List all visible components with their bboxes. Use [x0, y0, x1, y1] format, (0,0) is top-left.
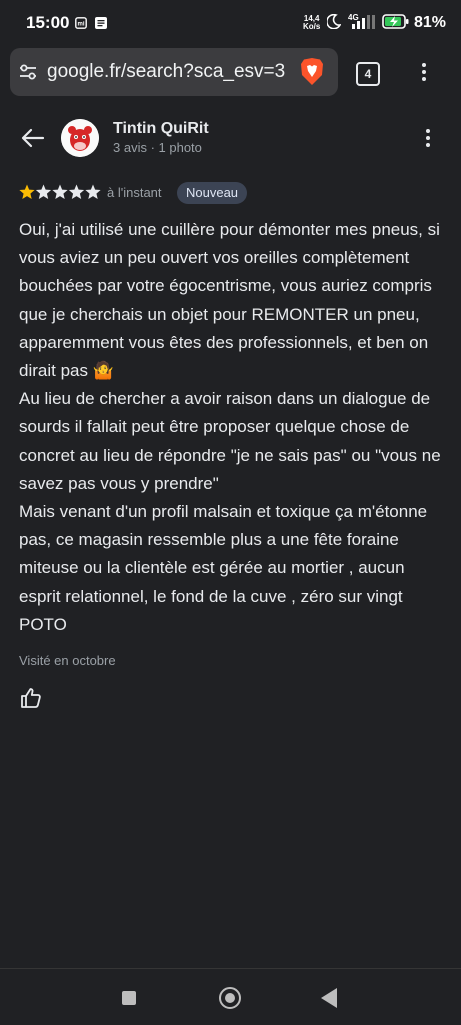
recents-button[interactable]: [122, 991, 136, 1005]
home-button[interactable]: [219, 987, 241, 1009]
status-time: 15:00: [26, 13, 70, 32]
reviewer-meta: 3 avis · 1 photo: [113, 140, 202, 155]
reviewer-name[interactable]: Tintin QuiRit: [113, 120, 209, 138]
star-empty-icon: [52, 184, 68, 199]
new-badge: Nouveau: [177, 182, 248, 204]
system-back-button[interactable]: [321, 988, 337, 1008]
star-empty-icon: [68, 184, 85, 199]
system-nav-bar: [0, 968, 461, 1025]
net-speed: 14,4 Ko/s: [303, 15, 320, 31]
review-text: Oui, j'ai utilisé une cuillère pour démo…: [19, 220, 441, 634]
battery-charging-icon: [382, 14, 410, 34]
url-bar[interactable]: google.fr/search?sca_esv=3: [10, 48, 338, 96]
review-menu-button[interactable]: [423, 128, 433, 150]
back-arrow-icon: [21, 128, 45, 148]
brave-shields-icon[interactable]: [299, 57, 325, 92]
signal-icon: [350, 15, 378, 34]
net-speed-unit: Ko/s: [303, 22, 321, 31]
star-filled-icon: [19, 184, 35, 199]
laughing-cow-avatar-icon: [61, 119, 99, 157]
star-rating: [19, 184, 101, 200]
status-bar: 15:00 mi 14,4 Ko/s 4G 81%: [0, 0, 461, 44]
like-button[interactable]: [19, 686, 43, 710]
reviewer-avatar[interactable]: [61, 119, 99, 157]
back-arrow-button[interactable]: [20, 127, 46, 149]
review-time: à l'instant: [107, 185, 162, 200]
url-text[interactable]: google.fr/search?sca_esv=3: [47, 61, 297, 83]
svg-text:mi: mi: [77, 22, 84, 28]
battery-percentage: 81%: [414, 14, 447, 31]
notification-icon: [95, 16, 107, 34]
site-settings-icon[interactable]: [19, 64, 37, 85]
visit-info: Visité en octobre: [19, 653, 116, 668]
tabs-count-button[interactable]: 4: [356, 62, 380, 86]
star-empty-icon: [85, 184, 101, 199]
browser-menu-button[interactable]: [419, 62, 429, 84]
thumbs-up-icon: [21, 688, 41, 708]
miui-icon: mi: [75, 16, 87, 34]
star-empty-icon: [35, 184, 52, 199]
do-not-disturb-moon-icon: [326, 13, 342, 34]
